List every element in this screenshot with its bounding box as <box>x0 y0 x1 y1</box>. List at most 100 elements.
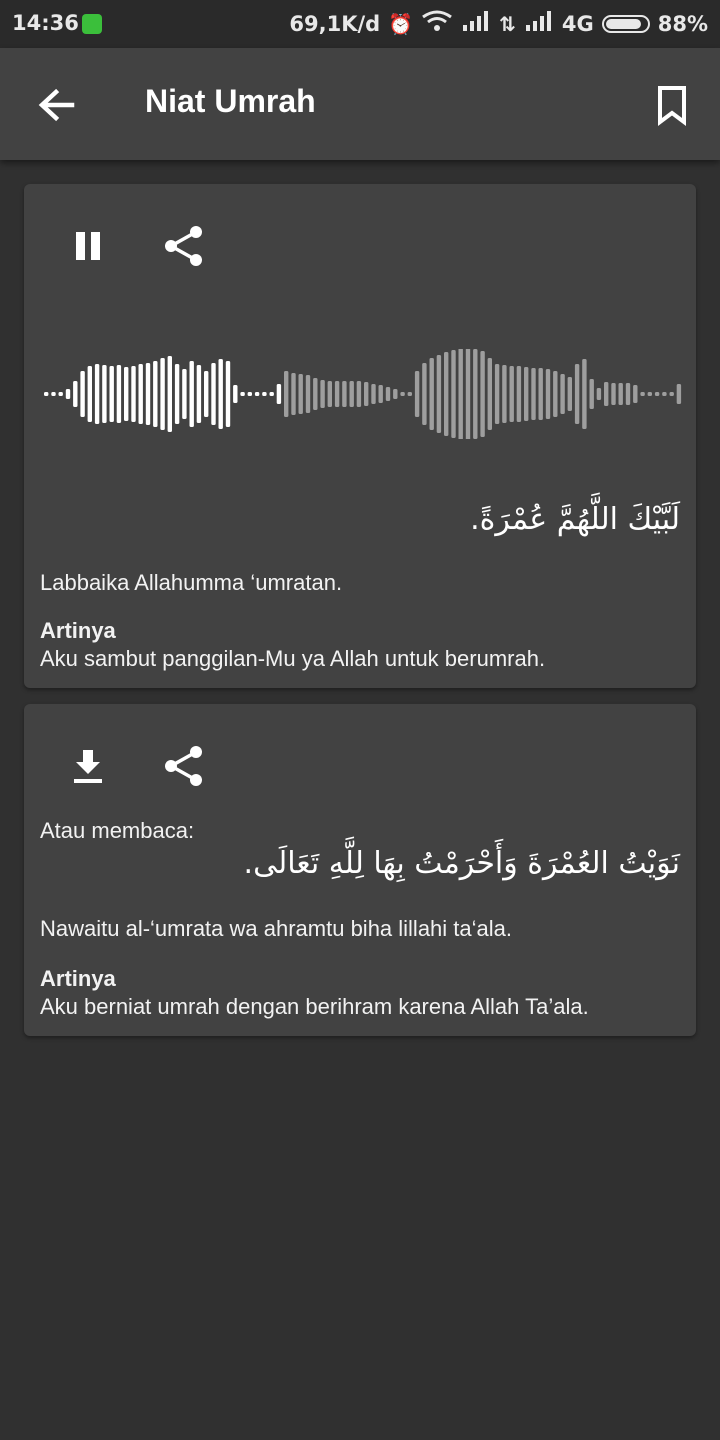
waveform-bar <box>509 366 514 422</box>
waveform-bar <box>254 392 260 396</box>
waveform-bar <box>647 392 652 396</box>
status-bar: 14:36 69,1K/d ⏰ ⇅ 4G 88% <box>0 0 720 48</box>
latin-transliteration: Labbaika Allahumma ‘umratan. <box>40 570 343 595</box>
wifi-icon <box>421 10 453 37</box>
waveform-bar <box>305 375 311 413</box>
waveform-bar <box>204 371 209 417</box>
download-button[interactable] <box>60 740 116 796</box>
arrow-back-icon <box>28 88 84 138</box>
bookmark-button[interactable] <box>648 78 696 134</box>
alarm-icon: ⏰ <box>388 11 414 36</box>
waveform-bar <box>94 364 100 424</box>
pause-button[interactable] <box>60 220 116 276</box>
waveform-bar <box>102 365 107 423</box>
waveform-bar <box>320 380 325 408</box>
waveform-bar <box>218 359 223 429</box>
share-button-2[interactable] <box>156 740 212 796</box>
waveform-bar <box>211 363 216 425</box>
latin-transliteration-2: Nawaitu al-‘umrata wa ahramtu biha lilla… <box>40 916 513 941</box>
waveform-bar <box>436 355 442 433</box>
waveform-bar <box>429 358 434 430</box>
waveform-bar <box>669 392 674 396</box>
waveform-bar <box>313 378 318 410</box>
waveform-bar <box>502 365 507 423</box>
waveform-bar <box>262 392 267 396</box>
waveform-bar <box>545 369 551 419</box>
signal-icon <box>461 11 491 36</box>
waveform-bar <box>116 365 122 423</box>
waveform-bar <box>189 361 194 427</box>
waveform-bar <box>349 381 354 407</box>
waveform-bar <box>160 358 165 430</box>
waveform-bar <box>65 389 71 399</box>
waveform-bar <box>167 356 172 432</box>
waveform-bar <box>465 349 471 439</box>
waveform-bar <box>407 392 412 396</box>
waveform-bar <box>676 384 682 404</box>
audio-waveform[interactable] <box>44 349 684 439</box>
card-niat-2: Atau membaca: نَوَيْتُ العُمْرَةَ وَأَحْ… <box>24 704 696 1036</box>
android-notification-icon <box>82 14 102 34</box>
network-type: 4G <box>561 11 594 36</box>
waveform-bar <box>553 371 558 417</box>
waveform-bar <box>589 379 594 409</box>
status-right: 69,1K/d ⏰ ⇅ 4G 88% <box>289 10 708 37</box>
waveform-bar <box>364 382 369 406</box>
battery-icon <box>601 14 650 33</box>
waveform-bar <box>596 388 602 400</box>
waveform-bar <box>400 392 405 396</box>
arabic-text-2: نَوَيْتُ العُمْرَةَ وَأَحْرَمْتُ بِهَا ل… <box>243 846 680 881</box>
waveform-bar <box>582 359 587 429</box>
app-bar: Niat Umrah <box>0 48 720 160</box>
waveform-bar <box>480 351 485 437</box>
waveform-bar <box>611 383 616 405</box>
waveform-bar <box>385 387 391 401</box>
meaning-label: Artinya <box>40 618 116 643</box>
waveform-bar <box>58 392 63 396</box>
waveform-bar <box>80 371 85 417</box>
waveform-bar <box>618 383 623 405</box>
waveform-bar <box>247 392 252 396</box>
waveform-bar <box>44 392 49 396</box>
battery-level: 88% <box>657 11 708 36</box>
waveform-bar <box>327 381 332 407</box>
waveform-bar <box>342 381 347 407</box>
back-button[interactable] <box>28 78 84 134</box>
waveform-bar <box>458 349 463 439</box>
waveform-bar <box>560 374 565 414</box>
waveform-bar <box>51 392 56 396</box>
waveform-bar <box>109 366 114 422</box>
waveform-bar <box>87 366 92 422</box>
waveform-bar <box>444 352 449 436</box>
meaning-text-2: Aku berniat umrah dengan berihram karena… <box>40 994 589 1019</box>
waveform-bar <box>662 392 667 396</box>
waveform-bar <box>174 364 180 424</box>
waveform-bar <box>654 392 660 396</box>
waveform-bar <box>451 350 456 438</box>
waveform-bar <box>233 385 238 403</box>
waveform-bar <box>131 366 136 422</box>
waveform-bar <box>356 381 362 407</box>
waveform-bar <box>538 368 543 420</box>
waveform-bar <box>524 367 529 421</box>
waveform-bar <box>640 392 645 396</box>
waveform-bar <box>473 349 478 439</box>
bookmark-icon <box>648 86 696 138</box>
waveform-bar <box>371 384 376 404</box>
intro-text: Atau membaca: <box>40 818 195 843</box>
waveform-bar <box>516 366 522 422</box>
signal-icon-2 <box>524 11 554 36</box>
waveform-bar <box>153 361 158 427</box>
waveform-bar <box>240 392 245 396</box>
meaning-label-2: Artinya <box>40 966 116 991</box>
waveform-bar <box>378 385 383 403</box>
waveform-bar <box>182 369 187 419</box>
waveform-bar <box>567 377 572 411</box>
status-time: 14:36 <box>12 11 79 35</box>
waveform-bar <box>625 383 631 405</box>
waveform-bar <box>124 367 129 421</box>
share-button[interactable] <box>156 220 212 276</box>
waveform-bar <box>633 385 638 403</box>
data-transfer-icon: ⇅ <box>499 11 516 36</box>
share-icon <box>162 224 206 272</box>
